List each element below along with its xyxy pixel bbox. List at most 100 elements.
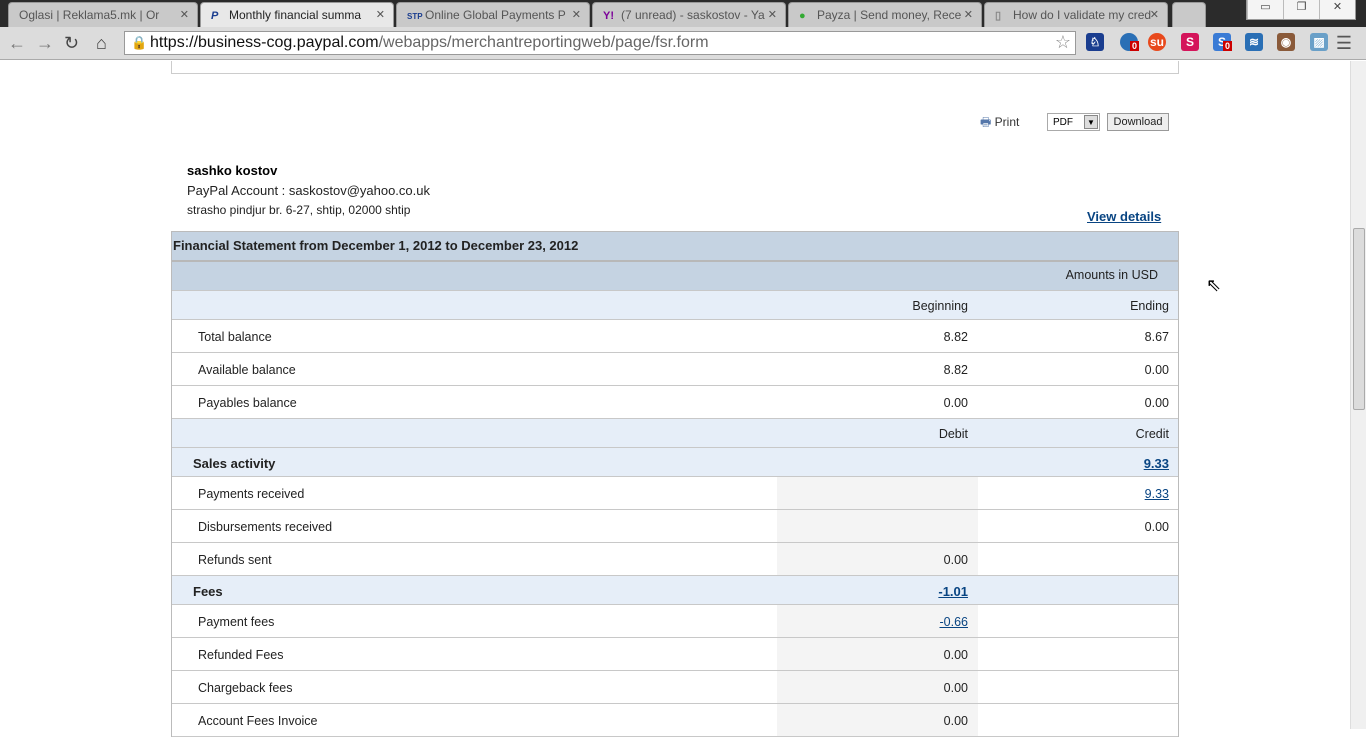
tab-payza[interactable]: ● Payza | Send money, Rece ✕	[788, 2, 982, 27]
cell-right-amount	[978, 704, 1179, 736]
table-row: Available balance 8.82 0.00	[172, 353, 1178, 386]
waves-extension-icon[interactable]: ≋	[1245, 33, 1263, 51]
section-row: Fees -1.01	[172, 576, 1178, 605]
stumbleupon-icon[interactable]: su	[1148, 33, 1166, 51]
view-details-link[interactable]: View details	[1087, 209, 1161, 224]
cell-left-amount: Beginning	[777, 291, 978, 319]
chevron-down-icon: ▼	[1084, 115, 1098, 129]
row-label: Fees	[193, 584, 223, 599]
amount: Beginning	[912, 299, 968, 313]
cell-left-amount: 8.82	[777, 320, 978, 352]
amount-link[interactable]: 9.33	[1145, 487, 1169, 501]
back-icon[interactable]: ←	[8, 33, 26, 54]
cell-left-amount: -1.01	[777, 576, 978, 604]
scrollbar-thumb[interactable]	[1353, 228, 1365, 410]
row-label: Available balance	[198, 363, 296, 377]
section-row: Sales activity 9.33	[172, 448, 1178, 477]
amount: Debit	[938, 427, 968, 441]
cell-right-amount: 8.67	[978, 320, 1179, 352]
financial-statement-table: Financial Statement from December 1, 201…	[171, 231, 1179, 737]
cell-left-amount: 0.00	[777, 543, 978, 575]
table-row: Refunded Fees 0.00	[172, 638, 1178, 671]
amount-link[interactable]: -1.01	[938, 584, 968, 599]
cell-left-amount: 8.82	[777, 353, 978, 385]
badge: 0	[1130, 41, 1139, 51]
cell-right-amount: 0.00	[978, 510, 1179, 542]
close-tab-icon[interactable]: ✕	[768, 8, 777, 21]
table-row: Payables balance 0.00 0.00	[172, 386, 1178, 419]
tab-validate[interactable]: ▯ How do I validate my cred ✕	[984, 2, 1168, 27]
restore-icon[interactable]: ❐	[1283, 0, 1319, 19]
close-window-icon[interactable]: ✕	[1319, 0, 1355, 19]
mouse-cursor-icon: ⇖	[1206, 275, 1222, 295]
row-label: Chargeback fees	[198, 681, 293, 695]
amount: 0.00	[943, 681, 968, 695]
bookmark-star-icon[interactable]: ☆	[1055, 32, 1071, 53]
row-label: Sales activity	[193, 456, 276, 471]
stp-icon: STP	[407, 12, 423, 21]
amount-link[interactable]: 9.33	[1144, 456, 1169, 471]
table-row: Payment fees -0.66	[172, 605, 1178, 638]
column-header-row: Debit Credit	[172, 419, 1178, 448]
table-row: Disbursements received 0.00	[172, 510, 1178, 543]
close-tab-icon[interactable]: ✕	[376, 8, 385, 21]
vertical-scrollbar[interactable]	[1350, 61, 1366, 729]
window-controls: ▭ ❐ ✕	[1246, 0, 1356, 20]
cell-left-amount: 0.00	[777, 638, 978, 670]
amount: 0.00	[943, 553, 968, 567]
cell-left-amount: 0.00	[777, 704, 978, 736]
close-tab-icon[interactable]: ✕	[964, 8, 973, 21]
s-extension-icon[interactable]: S	[1181, 33, 1199, 51]
address-bar[interactable]: 🔒 https://business-cog.paypal.com/webapp…	[124, 31, 1076, 55]
instagram-icon[interactable]: ◉	[1277, 33, 1295, 51]
new-tab-button[interactable]	[1172, 2, 1206, 27]
amount: 8.82	[943, 330, 968, 344]
amount: 0.00	[1144, 363, 1169, 377]
close-tab-icon[interactable]: ✕	[1150, 8, 1159, 21]
image-extension-icon[interactable]: ▨	[1310, 33, 1328, 51]
format-select[interactable]: PDF ▼	[1047, 113, 1100, 131]
paypal-icon: P	[211, 10, 219, 22]
url-path: /webapps/merchantreportingweb/page/fsr.f…	[378, 34, 709, 51]
statement-title: Financial Statement from December 1, 201…	[173, 238, 579, 253]
tab-reklama5[interactable]: Oglasi | Reklama5.mk | Or ✕	[8, 2, 198, 27]
account-name: sashko kostov	[187, 163, 278, 178]
tab-stp[interactable]: STP Online Global Payments P ✕	[396, 2, 590, 27]
tab-paypal[interactable]: P Monthly financial summa ✕	[200, 2, 394, 27]
cell-right-amount	[978, 543, 1179, 575]
table-row: Chargeback fees 0.00	[172, 671, 1178, 704]
row-label: Payables balance	[198, 396, 297, 410]
close-tab-icon[interactable]: ✕	[180, 8, 189, 21]
table-row: Total balance 8.82 8.67	[172, 320, 1178, 353]
amount: 8.82	[943, 363, 968, 377]
tab-strip: Oglasi | Reklama5.mk | Or ✕ P Monthly fina…	[0, 0, 1366, 27]
lock-warning-icon: 🔒	[131, 35, 148, 50]
cell-right-amount	[978, 671, 1179, 703]
format-value: PDF	[1053, 117, 1073, 128]
extension-icon[interactable]: ♘	[1086, 33, 1104, 51]
row-label: Disbursements received	[198, 520, 333, 534]
amount: 0.00	[943, 648, 968, 662]
table-row: Account Fees Invoice 0.00	[172, 704, 1178, 737]
tab-label: (7 unread) - saskostov - Ya	[621, 8, 765, 22]
tab-yahoo[interactable]: Y! (7 unread) - saskostov - Ya ✕	[592, 2, 786, 27]
print-button[interactable]: 🖶 Print	[980, 113, 1019, 134]
menu-icon[interactable]: ☰	[1336, 33, 1352, 54]
amount: 0.00	[1144, 520, 1169, 534]
cell-left-amount: Debit	[777, 419, 978, 447]
amount-link[interactable]: -0.66	[940, 615, 969, 629]
paypal-account: PayPal Account : saskostov@yahoo.co.uk	[187, 183, 430, 198]
forward-icon[interactable]: →	[36, 33, 54, 54]
tab-label: Oglasi | Reklama5.mk | Or	[19, 8, 160, 22]
extension-drop-icon[interactable]: 0	[1120, 33, 1139, 51]
tab-label: Monthly financial summa	[229, 8, 362, 22]
reload-icon[interactable]: ↻	[64, 33, 79, 54]
browser-toolbar: ← → ↻ ⌂ 🔒 https://business-cog.paypal.co…	[0, 27, 1366, 60]
cell-left-amount	[777, 448, 978, 476]
close-tab-icon[interactable]: ✕	[572, 8, 581, 21]
download-button[interactable]: Download	[1107, 113, 1169, 131]
cell-right-amount: Ending	[978, 291, 1179, 319]
skype-icon[interactable]: S0	[1213, 33, 1232, 51]
home-icon[interactable]: ⌂	[96, 33, 107, 54]
minimize-icon[interactable]: ▭	[1247, 0, 1283, 19]
